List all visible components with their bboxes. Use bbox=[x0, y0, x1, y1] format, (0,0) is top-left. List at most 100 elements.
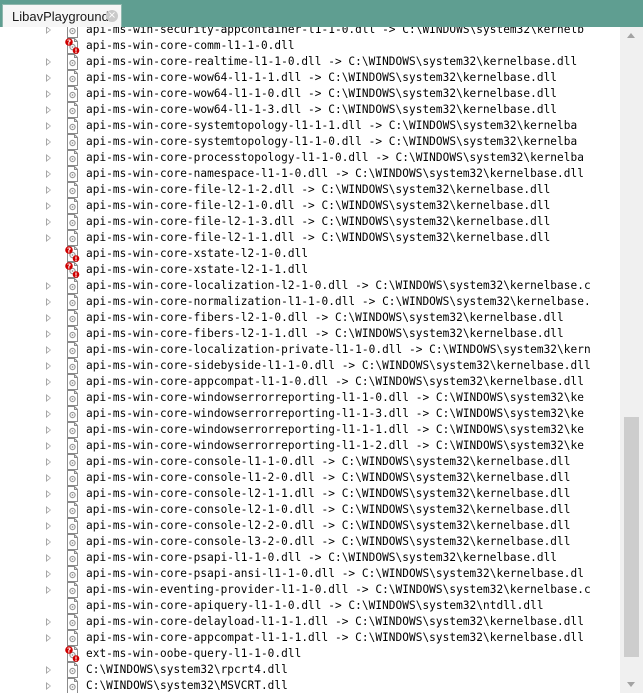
tree-row[interactable]: ?! api-ms-win-core-xstate-l2-1-1.dll bbox=[0, 262, 620, 279]
dll-icon bbox=[65, 358, 80, 374]
dll-icon bbox=[65, 278, 80, 294]
expand-arrow-icon[interactable] bbox=[46, 474, 51, 482]
dll-icon bbox=[65, 550, 80, 566]
tree-row[interactable]: api-ms-win-core-normalization-l1-1-0.dll… bbox=[0, 294, 620, 310]
tree-row[interactable]: api-ms-win-core-wow64-l1-1-0.dll -> C:\W… bbox=[0, 86, 620, 102]
expand-arrow-icon[interactable] bbox=[46, 122, 51, 130]
expand-arrow-icon[interactable] bbox=[46, 170, 51, 178]
expand-arrow-icon[interactable] bbox=[46, 426, 51, 434]
dll-icon bbox=[65, 182, 80, 198]
tree-row[interactable]: api-ms-win-core-wow64-l1-1-3.dll -> C:\W… bbox=[0, 102, 620, 118]
tree-row[interactable]: api-ms-win-core-systemtopology-l1-1-1.dl… bbox=[0, 118, 620, 134]
tree-row[interactable]: api-ms-win-core-file-l2-1-3.dll -> C:\WI… bbox=[0, 214, 620, 230]
tree-row-label: api-ms-win-core-xstate-l2-1-0.dll bbox=[86, 247, 309, 260]
tree-row[interactable]: api-ms-win-core-windowserrorreporting-l1… bbox=[0, 438, 620, 454]
tree-row[interactable]: ?! api-ms-win-core-xstate-l2-1-0.dll bbox=[0, 246, 620, 263]
tree-row[interactable]: api-ms-win-core-realtime-l1-1-0.dll -> C… bbox=[0, 54, 620, 70]
tree-row[interactable]: api-ms-win-core-console-l2-1-0.dll -> C:… bbox=[0, 502, 620, 518]
tree-row[interactable]: api-ms-win-core-appcompat-l1-1-1.dll -> … bbox=[0, 630, 620, 646]
tree-row[interactable]: api-ms-win-core-file-l2-1-0.dll -> C:\WI… bbox=[0, 198, 620, 214]
dll-icon bbox=[65, 86, 80, 102]
expand-arrow-icon[interactable] bbox=[46, 570, 51, 578]
tree-row[interactable]: C:\WINDOWS\system32\MSVCRT.dll bbox=[0, 678, 620, 693]
expand-arrow-icon[interactable] bbox=[46, 410, 51, 418]
tab-libavplayground[interactable]: LibavPlayground × bbox=[2, 4, 122, 27]
tree-row[interactable]: C:\WINDOWS\system32\rpcrt4.dll bbox=[0, 662, 620, 678]
dll-icon bbox=[65, 454, 80, 470]
expand-arrow-icon[interactable] bbox=[46, 586, 51, 594]
tree-row[interactable]: api-ms-win-core-sidebyside-l1-1-0.dll ->… bbox=[0, 358, 620, 374]
tree-row[interactable]: api-ms-win-core-wow64-l1-1-1.dll -> C:\W… bbox=[0, 70, 620, 86]
tree-row[interactable]: api-ms-win-core-processtopology-l1-1-0.d… bbox=[0, 150, 620, 166]
tree-row[interactable]: api-ms-win-core-appcompat-l1-1-0.dll -> … bbox=[0, 374, 620, 390]
tree-row[interactable]: api-ms-win-core-psapi-l1-1-0.dll -> C:\W… bbox=[0, 550, 620, 566]
tree-row-label: api-ms-win-core-xstate-l2-1-1.dll bbox=[86, 263, 309, 276]
expand-arrow-icon[interactable] bbox=[46, 666, 51, 674]
expand-arrow-icon[interactable] bbox=[46, 282, 51, 290]
tree-row[interactable]: api-ms-win-core-console-l2-1-1.dll -> C:… bbox=[0, 486, 620, 502]
expand-arrow-icon[interactable] bbox=[46, 378, 51, 386]
scrollbar-thumb[interactable] bbox=[624, 416, 639, 658]
tree-row[interactable]: api-ms-win-core-windowserrorreporting-l1… bbox=[0, 390, 620, 406]
expand-arrow-icon[interactable] bbox=[46, 634, 51, 642]
dll-icon bbox=[65, 534, 80, 550]
expand-arrow-icon[interactable] bbox=[46, 506, 51, 514]
tree-row[interactable]: api-ms-win-core-file-l2-1-1.dll -> C:\WI… bbox=[0, 230, 620, 246]
scroll-up-arrow-icon[interactable] bbox=[627, 33, 635, 38]
tree-row[interactable]: api-ms-win-core-namespace-l1-1-0.dll -> … bbox=[0, 166, 620, 182]
dependency-tree[interactable]: api-ms-win-security-appcontainer-l1-1-0.… bbox=[0, 27, 620, 693]
tree-row[interactable]: api-ms-win-core-fibers-l2-1-1.dll -> C:\… bbox=[0, 326, 620, 342]
tree-row[interactable]: api-ms-win-core-console-l2-2-0.dll -> C:… bbox=[0, 518, 620, 534]
expand-arrow-icon[interactable] bbox=[46, 554, 51, 562]
expand-arrow-icon[interactable] bbox=[46, 58, 51, 66]
tree-row[interactable]: api-ms-win-core-apiquery-l1-1-0.dll -> C… bbox=[0, 598, 620, 614]
expand-arrow-icon[interactable] bbox=[46, 458, 51, 466]
tree-row[interactable]: api-ms-win-core-psapi-ansi-l1-1-0.dll ->… bbox=[0, 566, 620, 582]
tree-row[interactable]: api-ms-win-security-appcontainer-l1-1-0.… bbox=[0, 27, 620, 38]
tree-row-label: api-ms-win-core-wow64-l1-1-3.dll -> C:\W… bbox=[86, 103, 558, 116]
expand-arrow-icon[interactable] bbox=[46, 538, 51, 546]
expand-arrow-icon[interactable] bbox=[46, 442, 51, 450]
tree-row-label: api-ms-win-core-comm-l1-1-0.dll bbox=[86, 39, 295, 52]
close-icon[interactable]: × bbox=[106, 10, 118, 22]
tree-row[interactable]: api-ms-win-core-delayload-l1-1-1.dll -> … bbox=[0, 614, 620, 630]
expand-arrow-icon[interactable] bbox=[46, 362, 51, 370]
tree-row[interactable]: api-ms-win-core-localization-private-l1-… bbox=[0, 342, 620, 358]
expand-arrow-icon[interactable] bbox=[46, 314, 51, 322]
tree-row[interactable]: api-ms-win-core-systemtopology-l1-1-0.dl… bbox=[0, 134, 620, 150]
expand-arrow-icon[interactable] bbox=[46, 138, 51, 146]
tree-row[interactable]: api-ms-win-core-console-l1-2-0.dll -> C:… bbox=[0, 470, 620, 486]
expand-arrow-icon[interactable] bbox=[46, 154, 51, 162]
expand-arrow-icon[interactable] bbox=[46, 490, 51, 498]
tree-row[interactable]: api-ms-win-core-localization-l2-1-0.dll … bbox=[0, 278, 620, 294]
expand-arrow-icon[interactable] bbox=[46, 74, 51, 82]
tree-row-label: api-ms-win-eventing-provider-l1-1-0.dll … bbox=[86, 583, 591, 596]
expand-arrow-icon[interactable] bbox=[46, 90, 51, 98]
expand-arrow-icon[interactable] bbox=[46, 330, 51, 338]
tree-row[interactable]: ?! api-ms-win-core-comm-l1-1-0.dll bbox=[0, 38, 620, 55]
tree-row[interactable]: api-ms-win-core-console-l1-1-0.dll -> C:… bbox=[0, 454, 620, 470]
tree-row[interactable]: api-ms-win-core-fibers-l2-1-0.dll -> C:\… bbox=[0, 310, 620, 326]
tree-row[interactable]: api-ms-win-core-windowserrorreporting-l1… bbox=[0, 406, 620, 422]
tree-row[interactable]: api-ms-win-core-windowserrorreporting-l1… bbox=[0, 422, 620, 438]
expand-arrow-icon[interactable] bbox=[46, 186, 51, 194]
expand-arrow-icon[interactable] bbox=[46, 234, 51, 242]
expand-arrow-icon[interactable] bbox=[46, 218, 51, 226]
tree-row[interactable]: api-ms-win-core-file-l2-1-2.dll -> C:\WI… bbox=[0, 182, 620, 198]
expand-arrow-icon[interactable] bbox=[46, 298, 51, 306]
tree-row-label: api-ms-win-core-localization-l2-1-0.dll … bbox=[86, 279, 591, 292]
tree-row[interactable]: api-ms-win-core-console-l3-2-0.dll -> C:… bbox=[0, 534, 620, 550]
expand-arrow-icon[interactable] bbox=[46, 394, 51, 402]
expand-arrow-icon[interactable] bbox=[46, 27, 51, 34]
tree-row[interactable]: ?! ext-ms-win-oobe-query-l1-1-0.dll bbox=[0, 646, 620, 663]
expand-arrow-icon[interactable] bbox=[46, 618, 51, 626]
expand-arrow-icon[interactable] bbox=[46, 106, 51, 114]
expand-arrow-icon[interactable] bbox=[46, 202, 51, 210]
scroll-down-arrow-icon[interactable] bbox=[627, 682, 635, 687]
expand-arrow-icon[interactable] bbox=[46, 522, 51, 530]
vertical-scrollbar[interactable] bbox=[620, 27, 643, 693]
tree-row[interactable]: api-ms-win-eventing-provider-l1-1-0.dll … bbox=[0, 582, 620, 598]
dll-icon bbox=[65, 678, 80, 693]
expand-arrow-icon[interactable] bbox=[46, 682, 51, 690]
expand-arrow-icon[interactable] bbox=[46, 346, 51, 354]
